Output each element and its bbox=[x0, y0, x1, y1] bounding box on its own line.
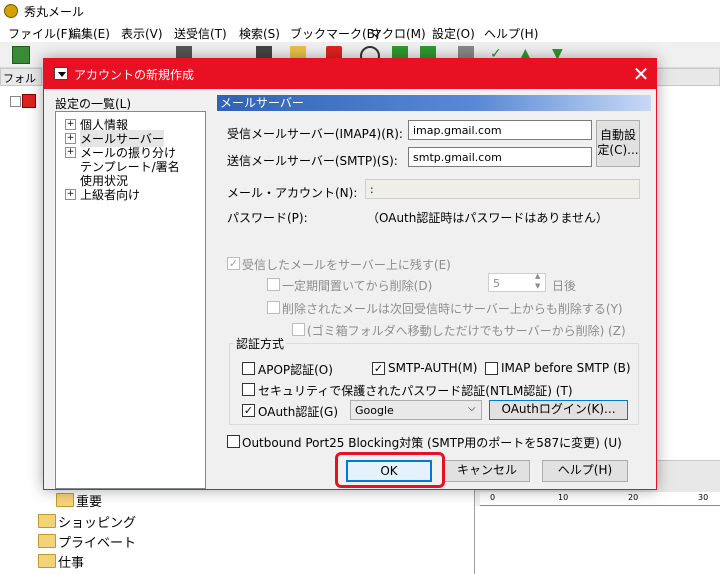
menu-edit[interactable]: 編集(E) bbox=[69, 25, 110, 42]
settings-tree: + 個人情報 + メールサーバー + メールの振り分け テンプレート/署名 使用… bbox=[55, 111, 206, 489]
imap-before-smtp-label: IMAP before SMTP (B) bbox=[501, 361, 631, 375]
outbound-port-label: Outbound Port25 Blocking対策 (SMTP用のポートを58… bbox=[242, 436, 622, 450]
smtp-auth-label: SMTP-AUTH(M) bbox=[388, 361, 478, 375]
folder-private[interactable]: プライベート bbox=[58, 532, 136, 551]
outbound-port-checkbox[interactable] bbox=[227, 435, 240, 448]
ruler-tick: 10 bbox=[558, 493, 569, 502]
folder-work[interactable]: 仕事 bbox=[58, 552, 84, 571]
menu-view[interactable]: 表示(V) bbox=[121, 25, 163, 42]
help-button[interactable]: ヘルプ(H) bbox=[542, 460, 628, 482]
leave-on-server-checkbox[interactable]: ✓ bbox=[227, 257, 240, 270]
dialog-titlebar: アカウントの新規作成 ✕ bbox=[44, 59, 656, 89]
spin-down-icon[interactable]: ▼ bbox=[535, 282, 540, 290]
days-unit: 日後 bbox=[552, 279, 577, 293]
system-menu-icon[interactable] bbox=[54, 67, 68, 80]
ruler-tick: 0 bbox=[490, 493, 496, 502]
delete-after-checkbox[interactable] bbox=[267, 278, 280, 291]
expand-icon[interactable]: + bbox=[65, 133, 76, 144]
expand-icon[interactable]: + bbox=[65, 147, 76, 158]
dialog-title: アカウントの新規作成 bbox=[74, 68, 195, 82]
ntlm-label: セキュリティで保護されたパスワード認証(NTLM認証) (T) bbox=[258, 384, 573, 398]
trash-delete-checkbox[interactable] bbox=[292, 323, 305, 336]
menu-search[interactable]: 検索(S) bbox=[239, 25, 280, 42]
menu-send-receive[interactable]: 送受信(T) bbox=[174, 25, 227, 42]
menubar: ファイル(F) 編集(E) 表示(V) 送受信(T) 検索(S) ブックマーク(… bbox=[0, 22, 720, 42]
oauth-login-button[interactable]: OAuthログイン(K)... bbox=[489, 400, 628, 420]
oauth-provider-select[interactable]: Google bbox=[350, 400, 482, 420]
message-list-header bbox=[656, 68, 720, 86]
menu-settings[interactable]: 設定(O) bbox=[432, 25, 475, 42]
menu-help[interactable]: ヘルプ(H) bbox=[484, 25, 538, 42]
section-title: メールサーバー bbox=[217, 95, 651, 111]
account-label: メール・アカウント(N): bbox=[227, 186, 358, 200]
folder-pane-header: フォルダ bbox=[0, 68, 42, 101]
apop-label: APOP認証(O) bbox=[258, 363, 333, 377]
receive-icon[interactable] bbox=[12, 46, 30, 64]
smtp-input[interactable]: smtp.gmail.com bbox=[408, 147, 592, 167]
leave-on-server-label: 受信したメールをサーバー上に残す(E) bbox=[242, 258, 451, 272]
tree-item-advanced[interactable]: 上級者向け bbox=[80, 186, 140, 203]
oauth-label: OAuth認証(G) bbox=[258, 405, 339, 419]
smtp-label: 送信メールサーバー(SMTP)(S): bbox=[227, 154, 398, 168]
ruler: 0 10 20 30 bbox=[480, 492, 720, 506]
ntlm-checkbox[interactable] bbox=[242, 383, 255, 396]
auth-method-legend: 認証方式 bbox=[234, 335, 287, 352]
password-label: パスワード(P): bbox=[227, 211, 308, 225]
account-input[interactable]: : bbox=[365, 179, 640, 199]
trash-delete-label: (ゴミ箱フォルダへ移動しただけでもサーバーから削除) (Z) bbox=[307, 324, 626, 338]
auto-config-button[interactable]: 自動設定(C)... bbox=[596, 120, 640, 167]
mailbox-root-icon bbox=[22, 94, 36, 108]
ok-highlight-annotation bbox=[335, 452, 445, 488]
main-titlebar: 秀丸メール bbox=[0, 0, 720, 22]
expand-icon[interactable]: + bbox=[65, 119, 76, 130]
password-note: （OAuth認証時はパスワードはありません） bbox=[367, 211, 609, 225]
delete-on-next-checkbox[interactable] bbox=[267, 301, 280, 314]
imap-before-smtp-checkbox[interactable] bbox=[485, 362, 498, 375]
folder-important[interactable]: 重要 bbox=[76, 491, 102, 510]
menu-macro[interactable]: マクロ(M) bbox=[370, 25, 426, 42]
oauth-checkbox[interactable]: ✓ bbox=[242, 404, 255, 417]
folder-icon bbox=[38, 514, 56, 528]
delete-after-label: 一定期間置いてから削除(D) bbox=[282, 279, 433, 293]
app-icon bbox=[4, 4, 18, 18]
delete-on-next-label: 削除されたメールは次回受信時にサーバー上からも削除する(Y) bbox=[282, 302, 623, 316]
smtp-auth-checkbox[interactable]: ✓ bbox=[372, 362, 385, 375]
ruler-tick: 30 bbox=[698, 493, 709, 502]
ruler-tick: 20 bbox=[628, 493, 639, 502]
settings-list-label: 設定の一覧(L) bbox=[55, 97, 132, 111]
expand-box[interactable] bbox=[10, 96, 21, 107]
spin-up-icon[interactable]: ▲ bbox=[535, 272, 540, 280]
imap-input[interactable]: imap.gmail.com bbox=[408, 120, 592, 140]
menu-bookmark[interactable]: ブックマーク(B) bbox=[290, 25, 380, 42]
imap-label: 受信メールサーバー(IMAP4)(R): bbox=[227, 127, 403, 141]
folder-icon bbox=[38, 554, 56, 568]
folder-icon bbox=[38, 534, 56, 548]
chevron-down-icon[interactable]: ⌵ bbox=[468, 403, 476, 414]
expand-icon[interactable]: + bbox=[65, 189, 76, 200]
apop-checkbox[interactable] bbox=[242, 362, 255, 375]
preview-pane[interactable] bbox=[475, 506, 720, 574]
cancel-button[interactable]: キャンセル bbox=[444, 460, 530, 482]
menu-file[interactable]: ファイル(F) bbox=[8, 25, 72, 42]
app-title: 秀丸メール bbox=[24, 5, 85, 19]
folder-shopping[interactable]: ショッピング bbox=[58, 512, 136, 531]
close-icon[interactable]: ✕ bbox=[630, 63, 652, 85]
new-account-dialog: アカウントの新規作成 ✕ 設定の一覧(L) + 個人情報 + メールサーバー +… bbox=[43, 58, 657, 490]
folder-icon bbox=[56, 493, 74, 507]
